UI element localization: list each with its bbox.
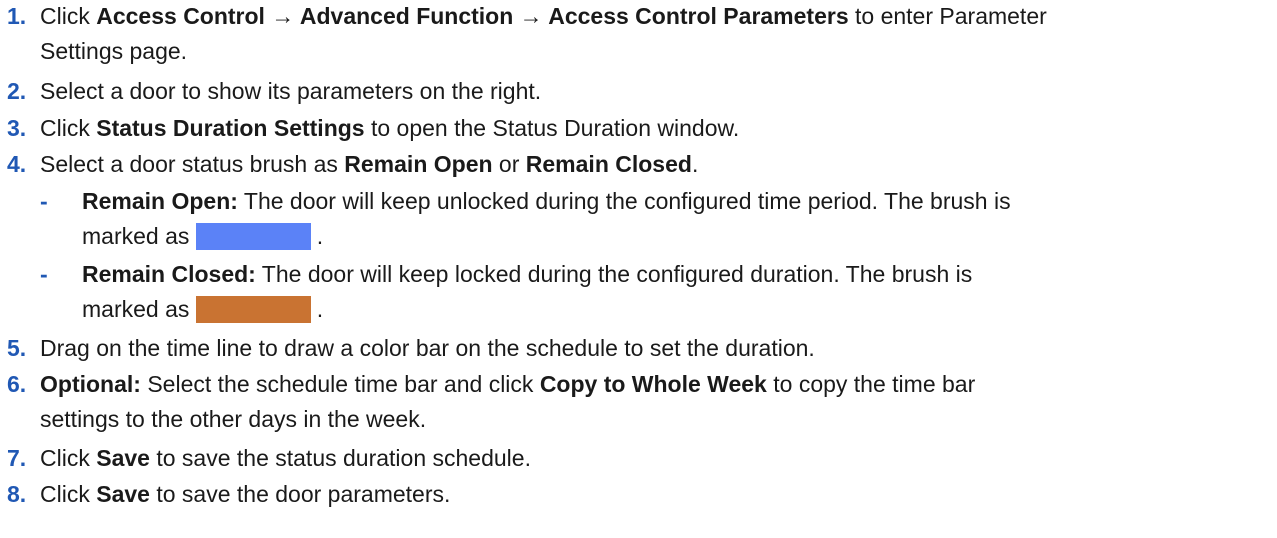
step-text-continued: Settings page. <box>40 38 188 64</box>
step-text: Select a door status brush as Remain Ope… <box>40 151 699 177</box>
step-number: 8. <box>7 481 27 507</box>
step-number: 1. <box>7 3 27 29</box>
step-7: 7. Click Save to save the status duratio… <box>0 441 1277 476</box>
step-text: Drag on the time line to draw a color ba… <box>40 335 815 361</box>
step-text-continued: settings to the other days in the week. <box>40 406 427 432</box>
substep-text-continued: marked as . <box>82 223 324 250</box>
step-number: 2. <box>7 78 27 104</box>
substep-remain-closed: - Remain Closed: The door will keep lock… <box>0 257 1277 327</box>
save-label: Save <box>96 481 150 507</box>
step-text: Click Save to save the status duration s… <box>40 445 531 471</box>
status-duration-settings-label: Status Duration Settings <box>96 115 365 141</box>
step-5: 5. Drag on the time line to draw a color… <box>0 331 1277 366</box>
optional-label: Optional: <box>40 371 141 397</box>
step-8: 8. Click Save to save the door parameter… <box>0 477 1277 512</box>
step-text: Select a door to show its parameters on … <box>40 78 542 104</box>
substep-text: Remain Open: The door will keep unlocked… <box>82 188 1011 214</box>
substep-text-continued: marked as . <box>82 296 324 323</box>
step-text: Optional: Select the schedule time bar a… <box>40 371 976 397</box>
step-1: 1. Click Access Control → Advanced Funct… <box>0 0 1277 69</box>
step-number: 4. <box>7 151 27 177</box>
step-3: 3. Click Status Duration Settings to ope… <box>0 111 1277 146</box>
save-label: Save <box>96 445 150 471</box>
step-4: 4. Select a door status brush as Remain … <box>0 147 1277 182</box>
step-number: 6. <box>7 371 27 397</box>
step-number: 7. <box>7 445 27 471</box>
step-2: 2. Select a door to show its parameters … <box>0 74 1277 109</box>
remain-open-label: Remain Open <box>344 151 493 177</box>
menu-path: Access Control → Advanced Function → Acc… <box>96 3 849 29</box>
step-text: Click Access Control → Advanced Function… <box>40 3 1047 29</box>
substep-text: Remain Closed: The door will keep locked… <box>82 261 973 287</box>
step-6: 6. Optional: Select the schedule time ba… <box>0 367 1277 437</box>
step-text: Click Save to save the door parameters. <box>40 481 451 507</box>
remain-closed-label: Remain Closed <box>525 151 692 177</box>
copy-to-whole-week-label: Copy to Whole Week <box>539 371 767 397</box>
remain-closed-brush-swatch <box>195 296 311 323</box>
step-number: 5. <box>7 335 27 361</box>
step-text: Click Status Duration Settings to open t… <box>40 115 740 141</box>
bullet-dash: - <box>40 188 48 214</box>
substep-remain-open: - Remain Open: The door will keep unlock… <box>0 184 1277 254</box>
remain-open-brush-swatch <box>195 223 311 250</box>
bullet-dash: - <box>40 261 48 287</box>
step-number: 3. <box>7 115 27 141</box>
